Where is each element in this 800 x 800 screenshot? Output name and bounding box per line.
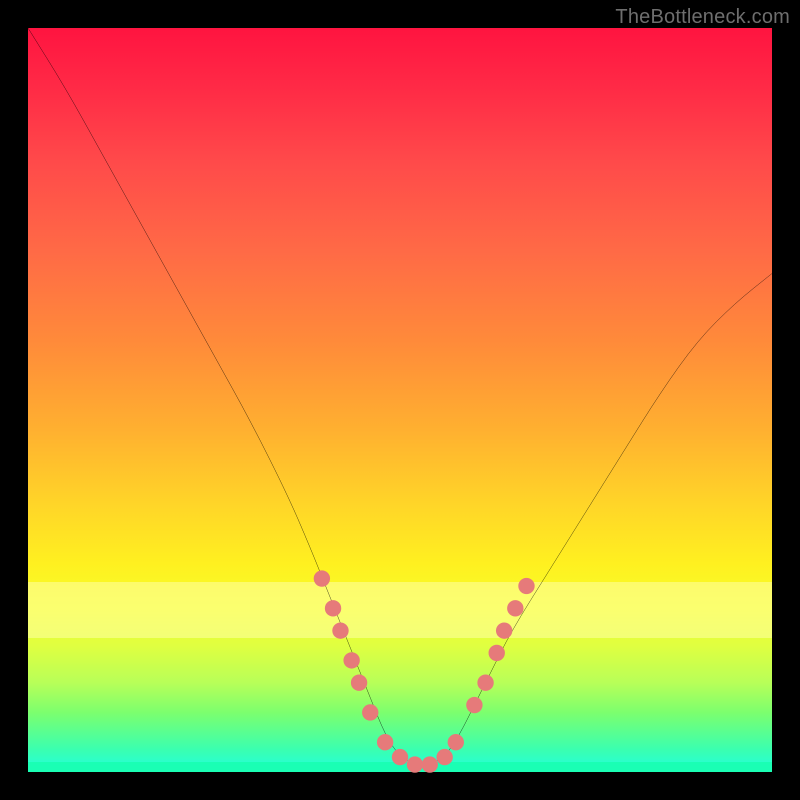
highlight-dot bbox=[448, 734, 464, 750]
chart-frame bbox=[28, 28, 772, 772]
highlight-dots-group bbox=[314, 570, 535, 772]
highlight-dot bbox=[377, 734, 393, 750]
highlight-dot bbox=[332, 622, 348, 638]
bottleneck-curve-path bbox=[28, 28, 772, 765]
highlight-dot bbox=[518, 578, 534, 594]
highlight-dot bbox=[496, 622, 512, 638]
highlight-dot bbox=[489, 645, 505, 661]
highlight-dot bbox=[422, 756, 438, 772]
highlight-dot bbox=[477, 675, 493, 691]
highlight-dot bbox=[343, 652, 359, 668]
highlight-dot bbox=[314, 570, 330, 586]
highlight-dot bbox=[507, 600, 523, 616]
highlight-dot bbox=[436, 749, 452, 765]
highlight-dot bbox=[351, 675, 367, 691]
highlight-dot bbox=[392, 749, 408, 765]
highlight-dot bbox=[407, 756, 423, 772]
highlight-dot bbox=[362, 704, 378, 720]
bottleneck-curve-svg bbox=[28, 28, 772, 772]
watermark-text: TheBottleneck.com bbox=[615, 6, 790, 29]
highlight-dot bbox=[325, 600, 341, 616]
highlight-dot bbox=[466, 697, 482, 713]
